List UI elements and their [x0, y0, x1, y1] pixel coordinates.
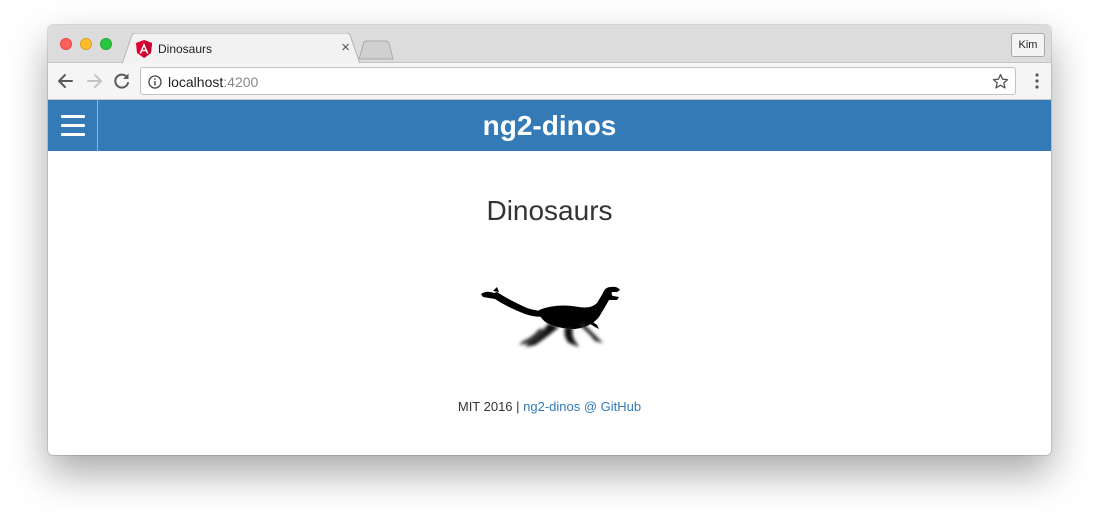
tab-close-icon[interactable]: × [341, 39, 350, 57]
profile-button[interactable]: Kim [1011, 33, 1045, 57]
bookmark-star-icon[interactable] [992, 73, 1009, 90]
angular-icon [136, 40, 152, 58]
hamburger-menu-button[interactable] [48, 100, 98, 151]
url-host: localhost [168, 74, 224, 90]
info-icon[interactable] [148, 75, 162, 89]
reload-icon[interactable] [112, 71, 132, 91]
hamburger-line-icon [61, 115, 85, 118]
browser-toolbar: localhost:4200 [48, 63, 1051, 100]
url-port: :4200 [223, 74, 259, 90]
github-link[interactable]: ng2-dinos @ GitHub [523, 399, 641, 414]
tab-content: Dinosaurs × [136, 34, 354, 64]
url-text[interactable]: localhost:4200 [168, 74, 258, 90]
back-arrow-icon[interactable] [56, 71, 76, 91]
browser-window: Dinosaurs × Kim localhost:4200 ng2-dinos… [48, 25, 1051, 455]
footer: MIT 2016 | ng2-dinos @ GitHub [48, 399, 1051, 414]
minimize-window-button[interactable] [80, 38, 92, 50]
main-content: Dinosaurs MIT 2016 | ng2-dinos @ GitHub [48, 151, 1051, 455]
browser-menu-icon[interactable] [1035, 73, 1039, 89]
zoom-window-button[interactable] [100, 38, 112, 50]
page-title: Dinosaurs [486, 195, 613, 226]
hamburger-line-icon [61, 124, 85, 127]
dinosaur-image [481, 286, 620, 347]
app-title: ng2-dinos [482, 110, 617, 141]
forward-arrow-icon[interactable] [84, 71, 104, 91]
title-bar: Dinosaurs × Kim [48, 25, 1051, 64]
address-bar[interactable]: localhost:4200 [140, 67, 1016, 95]
new-tab-button[interactable] [358, 40, 394, 60]
tab-title: Dinosaurs [158, 42, 213, 56]
app-header: ng2-dinos [48, 100, 1051, 151]
hamburger-line-icon [61, 133, 85, 136]
footer-text: MIT 2016 | [457, 399, 524, 414]
close-window-button[interactable] [60, 38, 72, 50]
